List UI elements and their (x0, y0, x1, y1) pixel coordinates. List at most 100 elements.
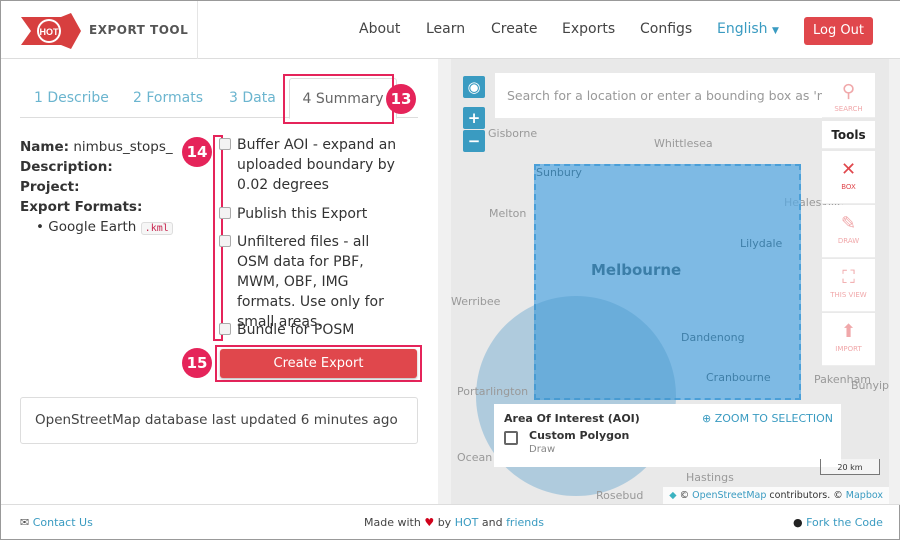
map-scale: 20 km (820, 459, 880, 475)
heart-icon: ♥ (424, 516, 435, 529)
db-status: OpenStreetMap database last updated 6 mi… (20, 397, 418, 444)
format-name: Google Earth (48, 219, 137, 235)
nav-create[interactable]: Create (491, 21, 538, 37)
nav-about[interactable]: About (359, 21, 400, 37)
option-label: Unfiltered files - all OSM data for PBF,… (237, 234, 384, 330)
posm-option[interactable]: Bundle for POSM (219, 320, 399, 340)
name-label: Name: (20, 139, 70, 155)
create-export-button[interactable]: Create Export (220, 349, 417, 378)
fork-label: Fork the Code (806, 516, 883, 529)
this-view-tool[interactable]: ⛶ THIS VIEW (822, 259, 875, 312)
option-label: Buffer AOI - expand an uploaded boundary… (237, 137, 397, 193)
header: HOT EXPORT TOOL About Learn Create Expor… (1, 1, 900, 59)
aoi-item: Custom Polygon (529, 429, 630, 442)
mapbox-link[interactable]: Mapbox (846, 490, 883, 501)
aoi-selection[interactable]: Sunbury Lilydale Melbourne Dandenong Cra… (476, 164, 801, 496)
map-place: Werribee (451, 295, 501, 308)
draw-tool[interactable]: ✎ DRAW (822, 205, 875, 258)
map-place: Gisborne (488, 127, 538, 140)
and: and (481, 516, 503, 529)
scrollbar[interactable] (438, 59, 451, 504)
format-item: • Google Earth .kml (36, 217, 173, 239)
buffer-aoi-checkbox[interactable] (219, 138, 231, 150)
import-tool[interactable]: ⬆ IMPORT (822, 313, 875, 366)
tool-label: THIS VIEW (830, 291, 867, 299)
upload-icon: ⬆ (840, 321, 857, 342)
pencil-icon: ✎ (840, 213, 857, 234)
contact-us-link[interactable]: ✉ Contact Us (20, 516, 93, 529)
hot-logo[interactable]: HOT (21, 13, 81, 49)
globe-icon[interactable]: ◉ (463, 76, 485, 98)
search-button[interactable]: ⚲ SEARCH (822, 73, 875, 118)
viewport-icon: ⛶ (842, 267, 855, 288)
footer: ✉ Contact Us Made with ♥ by HOT and frie… (1, 504, 900, 541)
option-label: Bundle for POSM (237, 322, 355, 338)
description-label: Description: (20, 159, 113, 175)
map-attribution: ◆ © OpenStreetMap contributors. © Mapbox (663, 487, 889, 504)
box-tool[interactable]: ✕ BOX (822, 151, 875, 204)
map[interactable]: Gisborne Whittlesea Melton Healesville W… (451, 59, 889, 504)
tool-label: BOX (841, 183, 856, 191)
highlight-box (283, 74, 394, 124)
zoom-selection-label: ZOOM TO SELECTION (714, 412, 833, 425)
unfiltered-checkbox[interactable] (219, 235, 231, 247)
search-icon: ⚲ (841, 81, 856, 102)
scrollbar[interactable] (889, 59, 900, 504)
osm-link[interactable]: OpenStreetMap (692, 490, 766, 501)
mapbox-icon: ◆ (669, 490, 677, 501)
zoom-out-button[interactable]: − (463, 130, 485, 152)
copyright: © (679, 490, 690, 501)
credits: Made with ♥ by HOT and friends (364, 516, 544, 529)
logout-button[interactable]: Log Out (804, 17, 873, 45)
map-place: Bunyip (851, 379, 889, 392)
hot-link[interactable]: HOT (455, 516, 479, 529)
caret-down-icon: ▼ (772, 26, 779, 36)
nav-configs[interactable]: Configs (640, 21, 692, 37)
publish-option[interactable]: Publish this Export (219, 204, 399, 224)
aoi-panel: Area Of Interest (AOI) ⊕ ZOOM TO SELECTI… (494, 404, 841, 467)
tools-title: Tools (822, 121, 875, 149)
svg-text:HOT: HOT (40, 27, 60, 37)
publish-checkbox[interactable] (219, 207, 231, 219)
tab-formats[interactable]: 2 Formats (133, 90, 203, 106)
language-dropdown[interactable]: English ▼ (717, 21, 779, 37)
envelope-icon: ✉ (20, 516, 30, 529)
tab-describe[interactable]: 1 Describe (34, 90, 109, 106)
aoi-checkbox[interactable] (504, 431, 518, 445)
annotation-badge: 13 (386, 84, 416, 114)
format-ext: .kml (140, 222, 173, 235)
formats-label: Export Formats: (20, 199, 143, 215)
tool-label: DRAW (837, 237, 860, 245)
aoi-sub: Draw (529, 444, 556, 455)
language-label: English (717, 21, 768, 37)
divider (197, 1, 198, 59)
zoom-in-button[interactable]: + (463, 107, 485, 129)
tab-data[interactable]: 3 Data (229, 90, 276, 106)
contact-label: Contact Us (32, 516, 93, 529)
github-icon: ● (793, 516, 803, 529)
map-place: Portarlington (457, 385, 529, 398)
search-label: SEARCH (834, 105, 863, 113)
made-with: Made with (364, 516, 421, 529)
map-place: Rosebud (596, 489, 644, 502)
zoom-to-selection-button[interactable]: ⊕ ZOOM TO SELECTION (702, 412, 833, 425)
nav-learn[interactable]: Learn (426, 21, 465, 37)
export-summary: Name: nimbus_stops_ Description: Project… (20, 137, 173, 239)
nav-exports[interactable]: Exports (562, 21, 615, 37)
location-search-input[interactable]: Search for a location or enter a boundin… (495, 73, 822, 118)
close-x-icon: ✕ (840, 159, 857, 180)
option-label: Publish this Export (237, 206, 368, 222)
friends-link[interactable]: friends (506, 516, 544, 529)
annotation-badge: 15 (182, 348, 212, 378)
fork-code-link[interactable]: ● Fork the Code (793, 516, 883, 529)
buffer-aoi-option[interactable]: Buffer AOI - expand an uploaded boundary… (219, 135, 399, 195)
unfiltered-option[interactable]: Unfiltered files - all OSM data for PBF,… (219, 232, 399, 332)
map-place: Dandenong (681, 331, 745, 344)
map-place: Melton (489, 207, 527, 220)
project-label: Project: (20, 179, 80, 195)
tool-label: IMPORT (835, 345, 862, 353)
map-place: Cranbourne (706, 371, 771, 384)
posm-checkbox[interactable] (219, 323, 231, 335)
brand-title: EXPORT TOOL (89, 23, 189, 37)
contributors: contributors. © (769, 490, 843, 501)
